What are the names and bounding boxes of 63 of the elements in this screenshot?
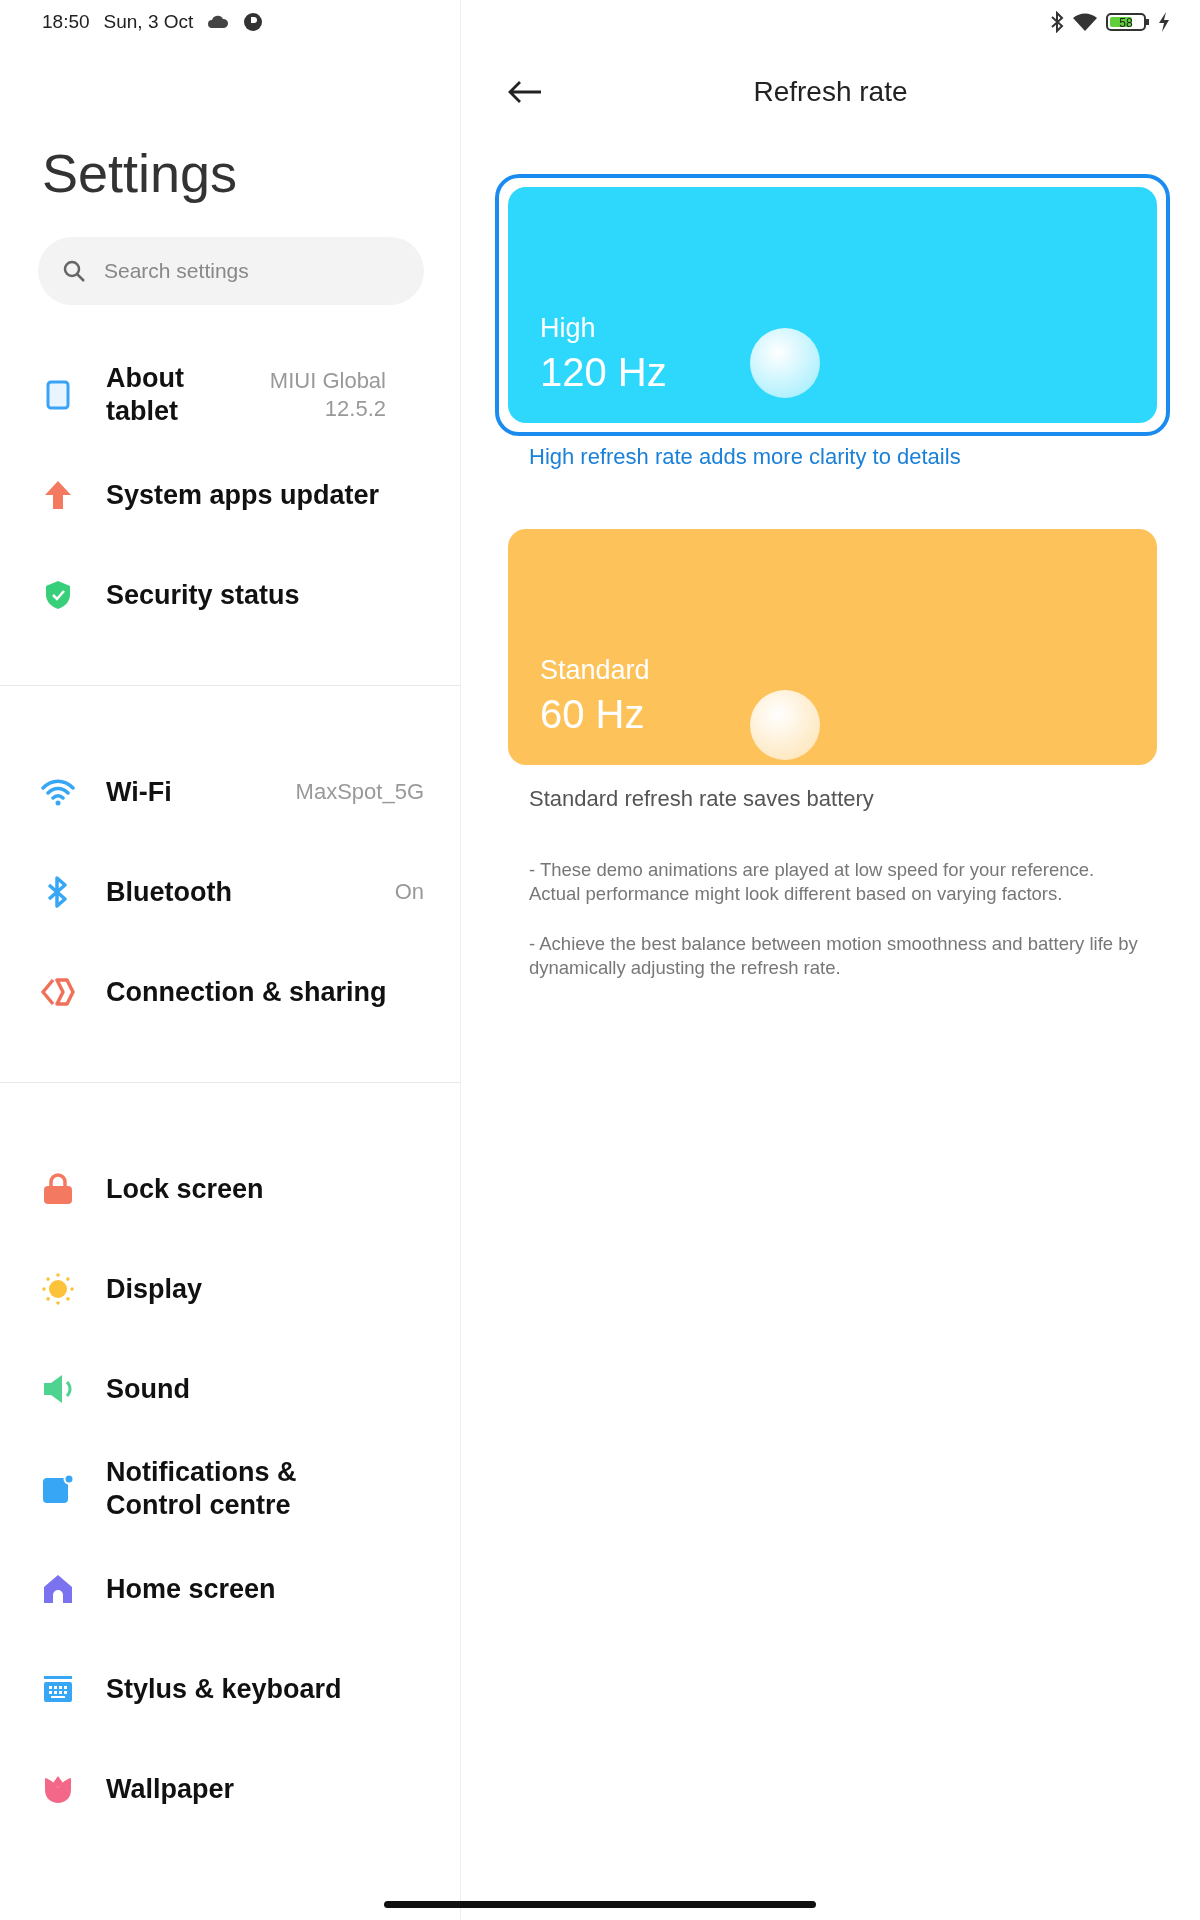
settings-item[interactable]: Stylus & keyboard <box>0 1639 460 1740</box>
up-arrow-icon <box>44 480 72 511</box>
shield-icon <box>45 580 71 611</box>
date: Sun, 3 Oct <box>103 11 194 33</box>
back-arrow-icon <box>507 80 543 104</box>
option-description: Standard refresh rate saves battery <box>529 786 875 812</box>
settings-item[interactable]: Sound <box>0 1339 460 1440</box>
lock-icon <box>43 1173 73 1206</box>
battery-level: 58 <box>1119 16 1133 30</box>
back-button[interactable] <box>507 80 543 104</box>
item-label: About tablet <box>106 361 185 429</box>
item-label: Display <box>106 1272 204 1306</box>
circle-icon <box>243 12 264 32</box>
item-value: On <box>394 878 424 907</box>
item-label: Bluetooth <box>106 875 233 909</box>
note-text: - These demo animations are played at low speed for your reference. Actual performance might look different based on varying factors. <box>529 858 1096 907</box>
keyboard-icon <box>43 1675 73 1704</box>
settings-item[interactable]: Wi-Fi MaxSpot_5G <box>0 742 460 843</box>
share-icon <box>41 976 75 1009</box>
item-label: Wallpaper <box>106 1772 236 1806</box>
screen-title: Refresh rate <box>753 76 908 108</box>
charging-icon <box>1158 12 1170 32</box>
item-label: Wi-Fi <box>106 775 173 809</box>
wifi-icon <box>1072 12 1098 32</box>
settings-item[interactable]: Notifications & Control centre <box>0 1439 460 1540</box>
settings-item[interactable]: Bluetooth On <box>0 842 460 943</box>
item-label: Stylus & keyboard <box>106 1672 343 1706</box>
item-value: MIUI Global 12.5.2 <box>268 366 386 424</box>
option-description: High refresh rate adds more clarity to details <box>529 444 962 470</box>
settings-item[interactable]: Wallpaper <box>0 1739 460 1840</box>
item-value: MaxSpot_5G <box>295 778 424 807</box>
flower-icon <box>43 1774 73 1805</box>
page-title: Settings <box>42 144 239 204</box>
cloud-icon <box>207 15 230 29</box>
search-field[interactable]: Search settings <box>38 237 424 306</box>
sun-icon <box>41 1272 75 1307</box>
item-label: System apps updater <box>106 478 381 512</box>
item-label: Sound <box>106 1372 191 1406</box>
tablet-icon <box>46 380 70 411</box>
settings-item[interactable]: Home screen <box>0 1539 460 1640</box>
settings-item[interactable]: Lock screen <box>0 1139 460 1240</box>
bluetooth-icon <box>1050 11 1064 33</box>
item-label: Connection & sharing <box>106 975 388 1009</box>
item-label: Security status <box>106 578 301 612</box>
option-rate: 60 Hz <box>540 692 645 737</box>
speaker-icon <box>42 1373 74 1406</box>
search-icon <box>62 259 86 284</box>
settings-item[interactable]: System apps updater <box>0 445 460 546</box>
settings-item[interactable]: Display <box>0 1239 460 1340</box>
option-name: High <box>540 313 596 344</box>
wifi-icon <box>41 778 75 807</box>
settings-item[interactable]: Security status <box>0 545 460 646</box>
item-label: Notifications & Control centre <box>106 1455 298 1523</box>
note-text: - Achieve the best balance between motion smoothness and battery life by dynamically adjusting the refresh rate. <box>529 932 1139 981</box>
settings-item[interactable]: About tablet MIUI Global 12.5.2 <box>0 345 460 446</box>
item-label: Home screen <box>106 1572 277 1606</box>
item-label: Lock screen <box>106 1172 265 1206</box>
option-name: Standard <box>540 655 650 686</box>
home-icon <box>43 1574 73 1605</box>
clock: 18:50 <box>42 11 90 33</box>
option-rate: 120 Hz <box>540 350 667 395</box>
settings-item[interactable]: Connection & sharing <box>0 942 460 1043</box>
notification-icon <box>42 1474 74 1505</box>
